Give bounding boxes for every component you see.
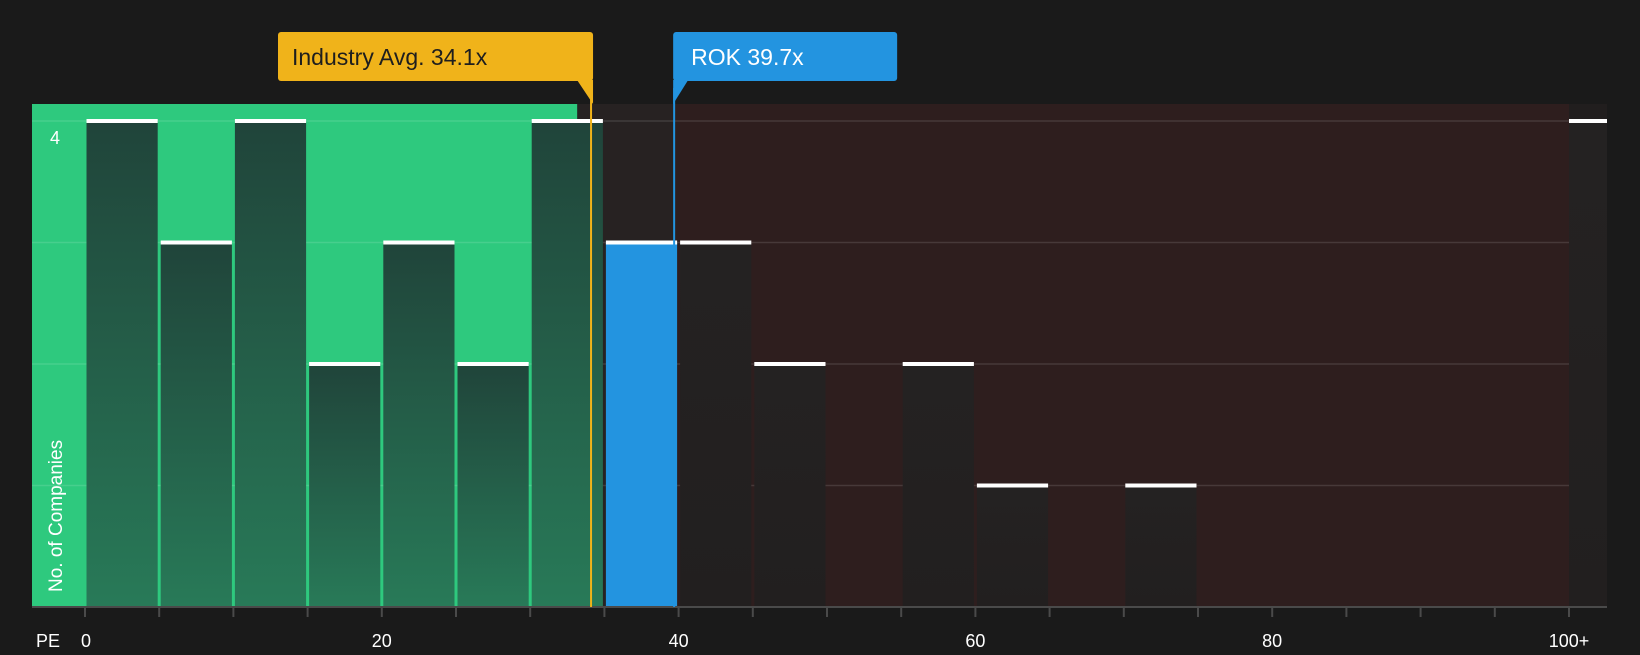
company-label: ROK 39.7x <box>691 44 804 70</box>
histogram-bar <box>160 242 232 607</box>
company-pointer <box>673 80 689 104</box>
pe-distribution-chart: 0 20 40 60 80 100+ Industry Avg. 34.1x ROK 39.… <box>0 0 1640 651</box>
histogram-bar <box>976 485 1049 607</box>
histogram-bar <box>309 364 381 607</box>
bar-cap <box>160 240 232 245</box>
bar-cap <box>234 119 307 123</box>
bar-cap <box>1569 119 1607 123</box>
x-tick-label: 60 <box>965 631 985 650</box>
industry-avg-label: Industry Avg. 34.1x <box>292 44 488 70</box>
x-tick-label: 80 <box>1262 631 1282 650</box>
histogram-bar <box>605 242 678 607</box>
histogram-bar <box>383 242 455 607</box>
bar-cap <box>457 362 529 366</box>
axes-layer: 0 20 40 60 80 100+ <box>32 606 1607 651</box>
bar-cap <box>1125 483 1197 488</box>
histogram-bar <box>234 121 307 607</box>
bar-cap <box>680 240 752 245</box>
x-axis-label: PE <box>36 631 60 650</box>
x-tick-label: 100+ <box>1549 631 1590 650</box>
bar-cap <box>383 240 455 245</box>
histogram-bar <box>457 364 529 607</box>
histogram-bar <box>86 121 158 607</box>
chart-svg: 0 20 40 60 80 100+ Industry Avg. 34.1x ROK 39.… <box>32 32 1607 651</box>
bar-cap <box>605 240 678 245</box>
bar-cap <box>902 362 974 366</box>
histogram-bar <box>1125 485 1197 607</box>
histogram-bar <box>680 242 752 607</box>
histogram-bar <box>902 364 974 607</box>
bar-cap <box>754 362 826 366</box>
x-tick-label: 20 <box>372 631 392 650</box>
x-tick-label: 40 <box>669 631 689 650</box>
bar-cap <box>309 362 381 366</box>
bar-cap <box>86 119 158 123</box>
bar-cap <box>531 119 603 123</box>
x-tick-label: 0 <box>81 631 91 650</box>
y-axis-label: No. of Companies <box>46 440 67 592</box>
y-tick-label: 4 <box>50 128 60 148</box>
histogram-bar <box>1569 121 1607 607</box>
bar-cap <box>976 483 1049 488</box>
histogram-bar <box>531 121 603 607</box>
histogram-bar <box>754 364 826 607</box>
